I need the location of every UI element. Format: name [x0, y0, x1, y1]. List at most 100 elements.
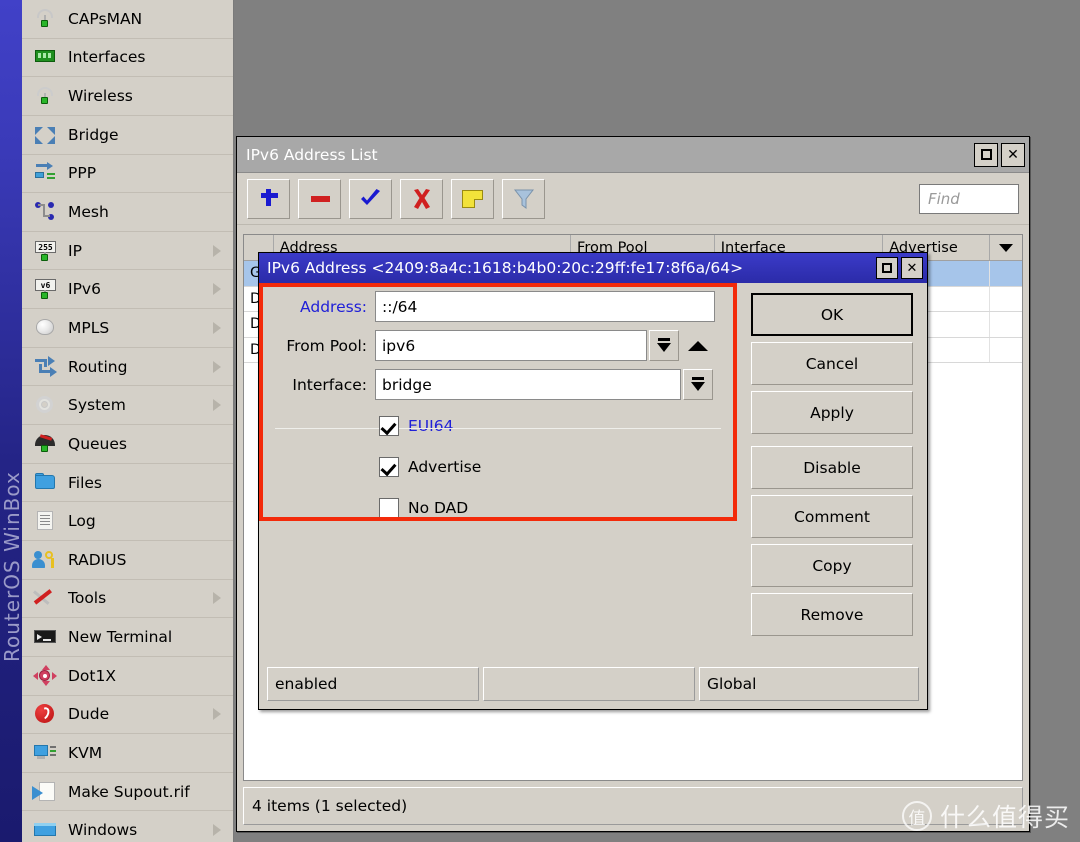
supout-icon	[32, 781, 58, 803]
sidebar-item-label: Routing	[68, 357, 128, 376]
from-pool-label: From Pool:	[286, 336, 367, 355]
sidebar-item-dude[interactable]: Dude	[22, 696, 233, 735]
sidebar-item-label: CAPsMAN	[68, 9, 143, 28]
sidebar-item-kvm[interactable]: KVM	[22, 734, 233, 773]
dialog-maximize-button[interactable]	[876, 257, 898, 279]
sidebar-item-ipv6[interactable]: v6 IPv6	[22, 270, 233, 310]
eui64-label[interactable]: EUI64	[408, 417, 453, 435]
system-icon	[32, 394, 58, 416]
sidebar-item-bridge[interactable]: Bridge	[22, 116, 233, 155]
status-state: enabled	[267, 667, 479, 701]
address-list-title: IPv6 Address List	[246, 145, 378, 164]
sidebar-item-label: Tools	[68, 589, 107, 608]
sidebar-item-windows[interactable]: Windows	[22, 811, 233, 842]
queues-icon	[32, 433, 58, 455]
sidebar-item-label: KVM	[68, 743, 103, 762]
dialog-close-button[interactable]: ✕	[901, 257, 923, 279]
no-dad-checkbox[interactable]	[379, 498, 399, 518]
wireless-icon	[32, 85, 58, 107]
comment-button[interactable]	[451, 178, 494, 219]
sidebar-item-queues[interactable]: Queues	[22, 425, 233, 464]
dot1x-icon	[32, 664, 58, 687]
interface-input[interactable]: bridge	[375, 369, 681, 400]
advertise-label: Advertise	[408, 458, 482, 476]
sidebar-item-label: Windows	[68, 821, 138, 840]
cancel-button[interactable]: Cancel	[751, 342, 913, 385]
from-pool-input[interactable]: ipv6	[375, 330, 647, 361]
tools-icon	[32, 587, 58, 609]
remove-button[interactable]	[298, 178, 341, 219]
address-list-status-bar: 4 items (1 selected)	[243, 787, 1023, 825]
sidebar-item-radius[interactable]: RADIUS	[22, 541, 233, 580]
sidebar-item-tools[interactable]: Tools	[22, 580, 233, 619]
ok-button[interactable]: OK	[751, 293, 913, 336]
sidebar-item-label: Wireless	[68, 87, 133, 106]
sidebar-item-label: Queues	[68, 434, 127, 453]
sidebar-item-interfaces[interactable]: Interfaces	[22, 39, 233, 78]
sidebar-item-routing[interactable]: Routing	[22, 348, 233, 387]
address-label[interactable]: Address:	[275, 298, 375, 316]
sidebar-item-label: Bridge	[68, 125, 119, 144]
dropdown-bar-icon	[692, 377, 704, 380]
from-pool-field-row: From Pool: ipv6	[259, 330, 737, 361]
sidebar-item-label: RADIUS	[68, 550, 127, 569]
address-input[interactable]: ::/64	[375, 291, 715, 322]
collapse-up-icon[interactable]	[688, 340, 708, 351]
sidebar-item-label: Mesh	[68, 203, 109, 222]
sidebar-item-label: MPLS	[68, 318, 110, 337]
sidebar-item-capsman[interactable]: CAPsMAN	[22, 0, 233, 39]
note-icon	[462, 189, 483, 208]
eui64-checkbox[interactable]	[379, 416, 399, 436]
interface-dropdown-button[interactable]	[683, 369, 713, 400]
ipv6-address-dialog: IPv6 Address <2409:8a4c:1618:b4b0:20c:29…	[258, 252, 928, 710]
disable-button[interactable]: Disable	[751, 446, 913, 489]
dialog-button-column: OK Cancel Apply Disable Comment Copy Rem…	[751, 293, 913, 642]
maximize-button[interactable]	[974, 142, 998, 167]
close-button[interactable]: ✕	[1001, 142, 1025, 167]
dropdown-bar-icon	[658, 338, 670, 341]
terminal-icon	[32, 626, 58, 648]
sidebar-item-wireless[interactable]: Wireless	[22, 77, 233, 116]
dialog-status-bar: enabled Global	[267, 667, 919, 701]
advertise-checkbox[interactable]	[379, 457, 399, 477]
sidebar-item-ip[interactable]: 255 IP	[22, 232, 233, 271]
sidebar-item-make-supout[interactable]: Make Supout.rif	[22, 773, 233, 812]
sidebar-item-new-terminal[interactable]: New Terminal	[22, 618, 233, 657]
sidebar-item-dot1x[interactable]: Dot1X	[22, 657, 233, 696]
chevron-right-icon	[213, 399, 221, 412]
row-spacer	[990, 261, 1022, 286]
add-button[interactable]	[247, 178, 290, 219]
sidebar-item-label: Dot1X	[68, 666, 116, 685]
check-icon	[360, 188, 380, 205]
capsman-icon	[32, 8, 58, 30]
comment-button[interactable]: Comment	[751, 495, 913, 538]
dialog-titlebar[interactable]: IPv6 Address <2409:8a4c:1618:b4b0:20c:29…	[259, 253, 927, 283]
kvm-icon	[32, 742, 58, 764]
from-pool-dropdown-button[interactable]	[649, 330, 679, 361]
dialog-title: IPv6 Address <2409:8a4c:1618:b4b0:20c:29…	[267, 259, 744, 277]
copy-button[interactable]: Copy	[751, 544, 913, 587]
chevron-right-icon	[213, 360, 221, 373]
chevron-down-icon	[999, 243, 1014, 252]
sidebar-item-system[interactable]: System	[22, 386, 233, 426]
chevron-right-icon	[213, 824, 221, 837]
row-spacer	[990, 338, 1022, 363]
address-list-titlebar[interactable]: IPv6 Address List ✕	[237, 137, 1029, 173]
sidebar-item-log[interactable]: Log	[22, 502, 233, 541]
dude-icon	[32, 703, 58, 725]
column-chooser-button[interactable]	[990, 235, 1022, 260]
funnel-icon	[513, 189, 534, 209]
sidebar-item-mpls[interactable]: MPLS	[22, 309, 233, 348]
enable-button[interactable]	[349, 178, 392, 219]
sidebar-item-files[interactable]: Files	[22, 464, 233, 503]
filter-button[interactable]	[502, 178, 545, 219]
sidebar-item-mesh[interactable]: Mesh	[22, 193, 233, 232]
find-input[interactable]: Find	[919, 183, 1019, 214]
sidebar-item-label: PPP	[68, 164, 97, 183]
sidebar-item-ppp[interactable]: PPP	[22, 155, 233, 194]
address-field-row: Address: ::/64	[259, 291, 737, 322]
disable-button[interactable]	[400, 178, 443, 219]
remove-button[interactable]: Remove	[751, 593, 913, 636]
no-dad-checkbox-row: No DAD	[259, 493, 737, 523]
apply-button[interactable]: Apply	[751, 391, 913, 434]
